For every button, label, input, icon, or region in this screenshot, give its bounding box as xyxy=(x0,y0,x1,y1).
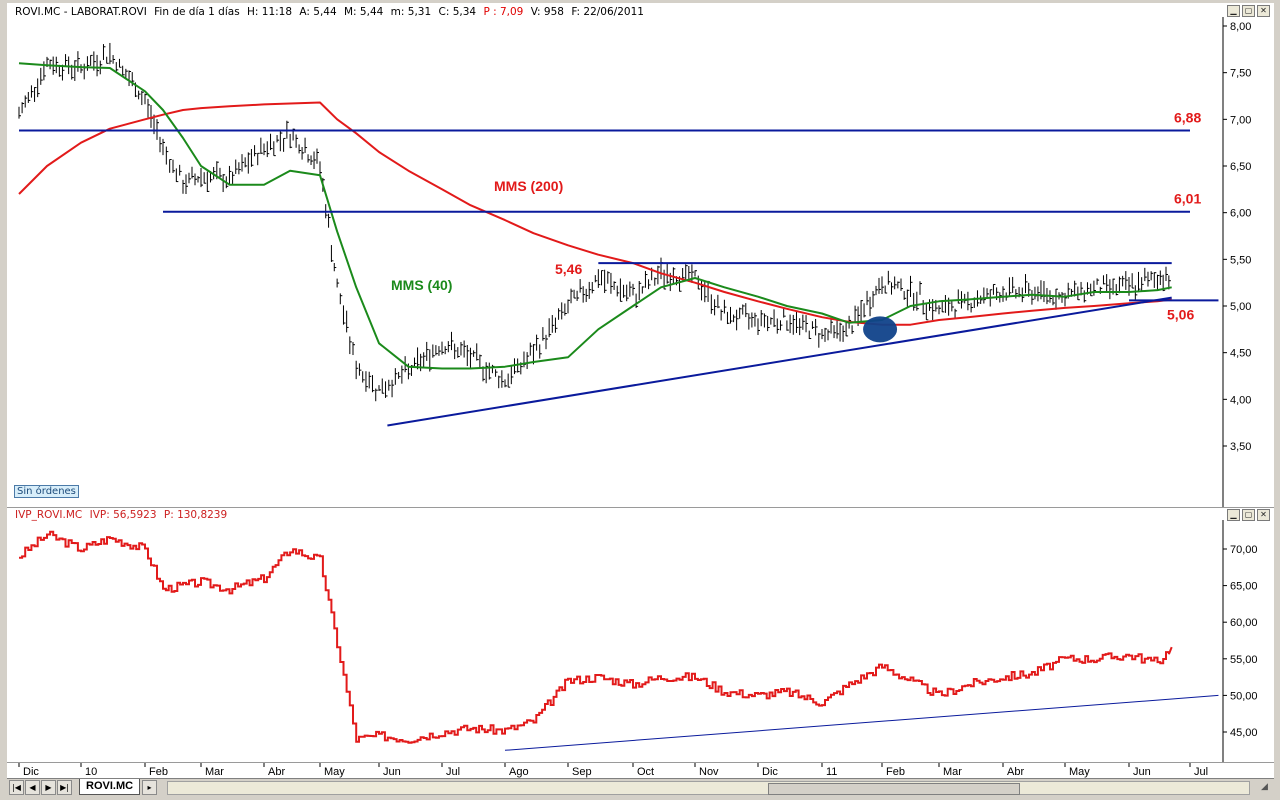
period-label: Fin de día 1 días xyxy=(154,6,240,18)
pct-label: P : 7,09 xyxy=(483,6,524,18)
level-label: 6,01 xyxy=(1174,191,1201,207)
time-tick-label: Abr xyxy=(268,766,285,778)
symbol-tab[interactable]: ROVI.MC xyxy=(79,779,141,795)
minimize-icon[interactable]: ▁ xyxy=(1227,509,1240,521)
horizontal-scrollbar[interactable] xyxy=(167,781,1250,795)
scroll-thumb[interactable] xyxy=(768,783,1020,795)
close-icon[interactable]: ✕ xyxy=(1257,5,1270,17)
time-tick-label: 10 xyxy=(85,766,97,778)
price-y-tick-label: 8,00 xyxy=(1230,21,1251,33)
high-label: M: 5,44 xyxy=(344,6,384,18)
price-y-tick-label: 6,00 xyxy=(1230,208,1251,220)
time-axis-svg: Dic 10 Feb Mar Abr May Jun Jul Ago Sep Oct Nov Dic 11… xyxy=(18,763,1208,778)
date-label: F: 22/06/2011 xyxy=(571,6,644,18)
time-tick-label: Feb xyxy=(886,766,905,778)
mms200-annotation: MMS (200) xyxy=(494,178,563,194)
ivp-y-tick-label: 50,00 xyxy=(1230,690,1258,702)
ivp-y-tick-label: 70,00 xyxy=(1230,544,1258,556)
time-tick-label: Abr xyxy=(1007,766,1024,778)
next-icon[interactable]: ▶ xyxy=(41,780,56,795)
crossover-marker xyxy=(863,316,898,343)
close-label: C: 5,34 xyxy=(438,6,477,18)
level-label: 5,46 xyxy=(555,261,582,277)
time-tick-label: Sep xyxy=(572,766,592,778)
price-y-tick-label: 5,50 xyxy=(1230,254,1251,266)
support-trendline xyxy=(387,296,1172,427)
time-tick-label: 11 xyxy=(826,766,837,778)
price-chart-svg[interactable]: 8,00 7,50 7,00 6,50 6,00 5,50 5,00 4,50 4,00 3,50… xyxy=(7,3,1274,507)
mms40-annotation: MMS (40) xyxy=(391,277,452,293)
price-header: ROVI.MC - LABORAT.ROVI Fin de día 1 días… xyxy=(15,6,648,18)
time-tick-label: Nov xyxy=(699,766,719,778)
ivp-header: IVP_ROVI.MC IVP: 56,5923 P: 130,8239 xyxy=(15,509,231,521)
price-y-tick-label: 4,50 xyxy=(1230,348,1251,360)
time-axis: Dic 10 Feb Mar Abr May Jun Jul Ago Sep Oct Nov Dic 11… xyxy=(7,762,1274,778)
prev-icon[interactable]: ◀ xyxy=(25,780,40,795)
close-icon[interactable]: ✕ xyxy=(1257,509,1270,521)
orders-badge[interactable]: Sin órdenes xyxy=(14,485,79,498)
time-tick-label: Jun xyxy=(383,766,401,778)
resize-grip-icon[interactable]: ◢ xyxy=(1258,781,1271,794)
volume-label: V: 958 xyxy=(530,6,564,18)
time-tick-label: Ago xyxy=(509,766,529,778)
ivp-line xyxy=(19,530,1173,744)
ivp-name-label: IVP_ROVI.MC xyxy=(15,509,83,521)
ivp-y-tick-label: 60,00 xyxy=(1230,617,1258,629)
time-tick-label: Dic xyxy=(23,766,39,778)
price-y-tick-label: 5,00 xyxy=(1230,301,1251,313)
tab-scroll-icon[interactable]: ▸ xyxy=(142,780,157,795)
low-label: m: 5,31 xyxy=(390,6,432,18)
price-bars-group xyxy=(18,42,1171,402)
time-tick-label: Jul xyxy=(446,766,460,778)
time-tick-label: Mar xyxy=(943,766,962,778)
ivp-window-buttons: ▁ ▢ ✕ xyxy=(1227,509,1270,521)
symbol-label: ROVI.MC - LABORAT.ROVI xyxy=(15,6,147,18)
time-tick-label: May xyxy=(1069,766,1090,778)
price-y-tick-label: 6,50 xyxy=(1230,161,1251,173)
time-tick-label: Mar xyxy=(205,766,224,778)
level-label: 5,06 xyxy=(1167,306,1194,322)
time-label: H: 11:18 xyxy=(247,6,293,18)
time-tick-label: Oct xyxy=(637,766,654,778)
first-icon[interactable]: |◀ xyxy=(9,780,24,795)
ivp-y-tick-label: 45,00 xyxy=(1230,727,1258,739)
price-y-tick-label: 4,00 xyxy=(1230,394,1251,406)
ivp-y-tick-label: 65,00 xyxy=(1230,581,1258,593)
ivp-chart-svg[interactable]: 70,00 65,00 60,00 55,00 50,00 45,00 xyxy=(7,508,1274,762)
ivp-value-label: IVP: 56,5923 xyxy=(89,509,157,521)
ivp-y-tick-label: 55,00 xyxy=(1230,654,1258,666)
price-y-tick-label: 7,00 xyxy=(1230,114,1251,126)
time-tick-label: May xyxy=(324,766,345,778)
price-y-tick-label: 7,50 xyxy=(1230,68,1251,80)
mms200-line xyxy=(18,101,1172,326)
ivp-chart-pane[interactable]: 70,00 65,00 60,00 55,00 50,00 45,00 IVP_ROVI.… xyxy=(7,507,1274,762)
price-chart-pane[interactable]: 8,00 7,50 7,00 6,50 6,00 5,50 5,00 4,50 4,00 3,50… xyxy=(7,3,1274,507)
maximize-icon[interactable]: ▢ xyxy=(1242,5,1255,17)
price-window-buttons: ▁ ▢ ✕ xyxy=(1227,5,1270,17)
ivp-trendline xyxy=(504,694,1219,751)
price-y-tick-label: 3,50 xyxy=(1230,441,1251,453)
time-tick-label: Jun xyxy=(1133,766,1151,778)
last-icon[interactable]: ▶| xyxy=(57,780,72,795)
ivp-p-label: P: 130,8239 xyxy=(163,509,228,521)
time-tick-label: Feb xyxy=(149,766,168,778)
time-tick-label: Dic xyxy=(762,766,778,778)
open-label: A: 5,44 xyxy=(299,6,337,18)
navigation-bar: |◀ ◀ ▶ ▶| ROVI.MC ▸ ◢ xyxy=(7,778,1274,796)
maximize-icon[interactable]: ▢ xyxy=(1242,509,1255,521)
time-tick-label: Jul xyxy=(1194,766,1208,778)
level-label: 6,88 xyxy=(1174,110,1201,126)
minimize-icon[interactable]: ▁ xyxy=(1227,5,1240,17)
